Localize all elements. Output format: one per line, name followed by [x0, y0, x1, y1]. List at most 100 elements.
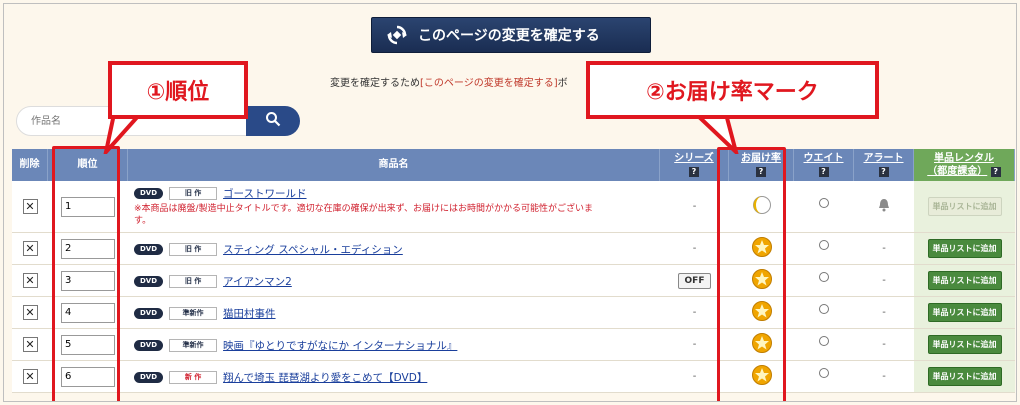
help-icon[interactable]: ? — [990, 166, 1001, 177]
wait-radio[interactable] — [819, 367, 829, 378]
add-to-single-list-button[interactable]: 単品リストに追加 — [927, 271, 1002, 290]
delete-button[interactable]: ✕ — [22, 273, 38, 288]
product-cell: DVD 旧 作スティング スペシャル・エディション — [128, 233, 660, 264]
single-rental-cell: 単品リストに追加 — [914, 181, 1015, 232]
single-rental-cell: 単品リストに追加 — [914, 329, 1015, 360]
wait-radio[interactable] — [819, 335, 829, 346]
add-to-single-list-button[interactable]: 単品リストに追加 — [927, 335, 1002, 354]
add-to-single-list-button[interactable]: 単品リストに追加 — [927, 303, 1002, 322]
product-title-link[interactable]: 映画『ゆとりですがなにか インターナショナル』 — [223, 338, 457, 353]
product-cell: DVD 新 作翔んで埼玉 琵琶湖より愛をこめて【DVD】 — [128, 361, 660, 392]
delete-cell: ✕ — [12, 233, 48, 264]
search-icon — [265, 111, 281, 131]
header-series-label: シリーズ — [674, 153, 714, 164]
delivery-callout: ②お届け率マーク — [586, 61, 879, 119]
wait-radio[interactable] — [819, 303, 829, 314]
product-title-link[interactable]: スティング スペシャル・エディション — [223, 242, 403, 257]
series-value: - — [692, 201, 697, 212]
delete-cell: ✕ — [12, 361, 48, 392]
table-row: ✕ DVD 新 作翔んで埼玉 琵琶湖より愛をこめて【DVD】 - - 単品リストに追加 — [12, 361, 1015, 393]
wait-cell — [794, 361, 854, 392]
format-badge: DVD — [134, 275, 164, 287]
add-to-single-list-button[interactable]: 単品リストに追加 — [927, 197, 1002, 216]
alert-value: - — [882, 371, 886, 382]
table-body: ✕ DVD旧 作ゴーストワールド※本商品は廃盤/製造中止タイトルです。適切な在庫の… — [12, 181, 1015, 393]
header-alert[interactable]: アラート ? — [854, 149, 914, 181]
product-title-link[interactable]: 翔んで埼玉 琵琶湖より愛をこめて【DVD】 — [223, 370, 427, 385]
product-title-link[interactable]: ゴーストワールド — [223, 186, 306, 201]
format-badge: DVD — [134, 339, 164, 351]
rank-column-highlight — [52, 146, 120, 401]
table-row: ✕ DVD 準新作映画『ゆとりですがなにか インターナショナル』 - - 単品リストに追加 — [12, 329, 1015, 361]
note-suffix: ボ — [557, 78, 568, 89]
delete-cell: ✕ — [12, 329, 48, 360]
header-wait-label: ウエイト — [803, 153, 844, 164]
wait-radio[interactable] — [819, 239, 829, 250]
wait-cell — [794, 181, 854, 232]
header-delete: 削除 — [12, 149, 48, 181]
release-type-badge: 準新作 — [169, 338, 218, 352]
delete-button[interactable]: ✕ — [22, 305, 38, 320]
header-single-sub: （都度課金） — [927, 165, 988, 177]
note-link[interactable]: [このページの変更を確定する] — [420, 78, 558, 89]
search-button[interactable] — [246, 106, 300, 136]
rental-list-table: 削除 順位 商品名 シリーズ ? お届け率 ? ウエイト ? アラート ? 単品… — [12, 149, 1015, 393]
header-wait[interactable]: ウエイト ? — [794, 149, 854, 181]
series-off-button[interactable]: OFF — [677, 272, 712, 289]
help-icon[interactable]: ? — [878, 167, 889, 177]
series-value: - — [692, 307, 697, 318]
delete-button[interactable]: ✕ — [22, 241, 38, 256]
format-badge: DVD — [134, 307, 164, 319]
delete-button[interactable]: ✕ — [22, 369, 38, 384]
single-rental-cell: 単品リストに追加 — [914, 233, 1015, 264]
product-title-link[interactable]: 猫田村事件 — [223, 306, 276, 321]
header-product: 商品名 — [128, 149, 660, 181]
alert-cell: - — [854, 233, 914, 264]
add-to-single-list-button[interactable]: 単品リストに追加 — [927, 367, 1002, 386]
table-header: 削除 順位 商品名 シリーズ ? お届け率 ? ウエイト ? アラート ? 単品… — [12, 149, 1015, 181]
table-row: ✕ DVD 旧 作スティング スペシャル・エディション - - 単品リストに追加 — [12, 233, 1015, 265]
add-to-single-list-button[interactable]: 単品リストに追加 — [927, 239, 1002, 258]
product-cell: DVD 準新作 映画『ゆとりですがなにか インターナショナル』 — [128, 329, 660, 360]
confirm-changes-button[interactable]: このページの変更を確定する — [371, 17, 651, 53]
single-rental-cell: 単品リストに追加 — [914, 297, 1015, 328]
confirm-note: 変更を確定するため[このページの変更を確定する]ボ — [330, 74, 568, 89]
wait-cell — [794, 233, 854, 264]
table-row: ✕ DVD 旧 作アイアンマン2 OFF - 単品リストに追加 — [12, 265, 1015, 297]
delete-button[interactable]: ✕ — [22, 199, 38, 214]
release-type-badge: 新 作 — [169, 370, 218, 384]
alert-value: - — [882, 339, 886, 350]
header-single-rental[interactable]: 単品レンタル （都度課金） ? — [914, 149, 1015, 181]
help-icon[interactable]: ? — [818, 167, 829, 177]
delete-button[interactable]: ✕ — [22, 337, 38, 352]
wait-cell — [794, 265, 854, 296]
wait-radio[interactable] — [819, 271, 829, 282]
product-cell: DVD 旧 作ゴーストワールド ※本商品は廃盤/製造中止タイトルです。適切な在庫の確… — [128, 181, 660, 232]
product-cell: DVD 旧 作アイアンマン2 — [128, 265, 660, 296]
format-badge: DVD — [134, 243, 164, 255]
alert-cell: - — [854, 297, 914, 328]
delete-cell: ✕ — [12, 297, 48, 328]
alert-value: - — [882, 275, 886, 286]
table-row: ✕ DVD 旧 作ゴーストワールド ※本商品は廃盤/製造中止タイトルです。適切な在庫の… — [12, 181, 1015, 233]
header-alert-label: アラート — [863, 153, 904, 164]
product-title-link[interactable]: アイアンマン2 — [223, 274, 292, 289]
single-rental-cell: 単品リストに追加 — [914, 361, 1015, 392]
format-badge: DVD — [134, 371, 164, 383]
confirm-button-label: このページの変更を確定する — [418, 28, 600, 44]
bell-icon[interactable] — [876, 197, 892, 216]
delete-cell: ✕ — [12, 181, 48, 232]
wait-radio[interactable] — [819, 197, 829, 208]
release-type-badge: 準新作 — [169, 306, 218, 320]
alert-cell: - — [854, 329, 914, 360]
alert-cell — [854, 181, 914, 232]
delete-cell: ✕ — [12, 265, 48, 296]
delivery-column-highlight — [717, 147, 786, 401]
table-row: ✕ DVD 準新作猫田村事件 - - 単品リストに追加 — [12, 297, 1015, 329]
refresh-icon — [386, 24, 408, 46]
alert-cell: - — [854, 265, 914, 296]
page-frame: このページの変更を確定する 変更を確定するため[このページの変更を確定する]ボ … — [3, 3, 1017, 402]
series-value: - — [692, 339, 697, 350]
wait-cell — [794, 329, 854, 360]
help-icon[interactable]: ? — [689, 167, 699, 177]
